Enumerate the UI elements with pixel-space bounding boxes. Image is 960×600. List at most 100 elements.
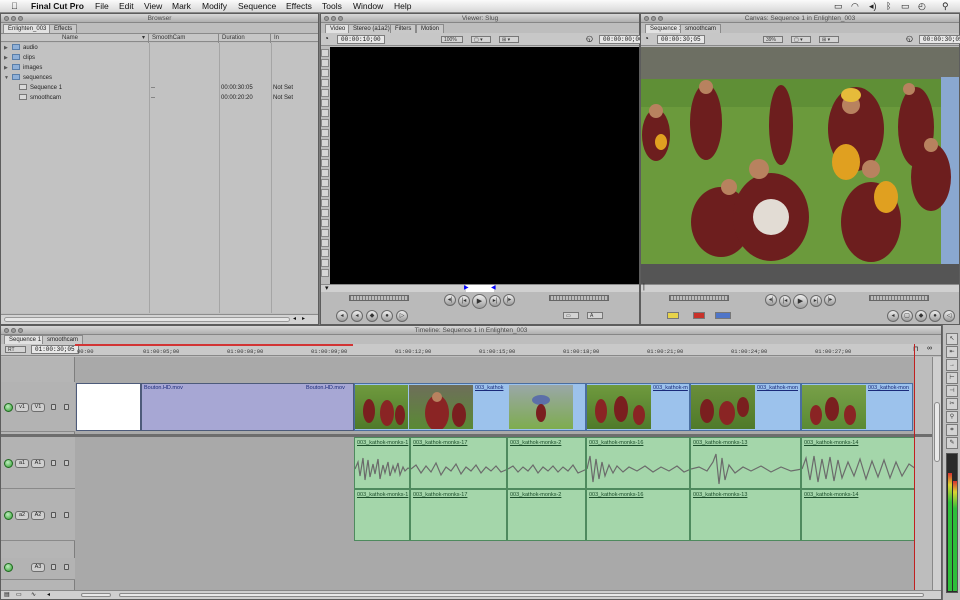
list-item[interactable]: ▶ audio: [1, 43, 318, 53]
bluetooth-icon[interactable]: ᛒ: [886, 1, 891, 11]
menu-sequence[interactable]: Sequence: [238, 1, 276, 11]
shuttle-slider[interactable]: [349, 295, 409, 301]
viewer-image-area[interactable]: [330, 47, 639, 284]
loop-icon[interactable]: ◵: [906, 34, 913, 43]
add-marker-button[interactable]: ●: [929, 310, 941, 322]
track-height-icon[interactable]: ▭: [16, 591, 22, 598]
track-layout-icon[interactable]: ∿: [31, 591, 36, 598]
viewer-titlebar[interactable]: Viewer: Slug: [321, 14, 639, 23]
audio-clip[interactable]: 003_kathok-monks-2: [507, 437, 586, 489]
zoom-popup[interactable]: 100%: [441, 36, 463, 43]
tab-motion[interactable]: Motion: [416, 24, 445, 33]
roll-tool-icon[interactable]: ⊣: [946, 385, 958, 397]
browser-hscroll[interactable]: ◂ ▸: [1, 314, 318, 324]
canvas-scrubber[interactable]: |: [641, 284, 959, 292]
crop-tool-icon[interactable]: ⌗: [946, 424, 958, 436]
canvas-image-area[interactable]: [641, 47, 959, 284]
window-controls[interactable]: [644, 16, 663, 21]
audio-clip[interactable]: 003_kathok-monks-1: [354, 489, 410, 541]
menu-effects[interactable]: Effects: [286, 1, 312, 11]
auto-select-icon[interactable]: [64, 512, 69, 518]
replace-edit-button[interactable]: [715, 312, 731, 319]
play-around-button[interactable]: ▸|: [489, 295, 501, 307]
audio-clip[interactable]: 003_kathok-monks-14: [801, 489, 915, 541]
audio-clip[interactable]: 003_kathok-monks-1: [354, 437, 410, 489]
video-clip-kathok-3[interactable]: 003_kathok-mon: [690, 383, 801, 431]
track-visibility-toggle[interactable]: [4, 403, 13, 412]
overwrite-edit-button[interactable]: [693, 312, 705, 319]
timeline-vscroll[interactable]: [932, 357, 941, 590]
lock-icon[interactable]: [51, 564, 56, 570]
audio-clip[interactable]: 003_kathok-monks-2: [507, 489, 586, 541]
window-controls[interactable]: [4, 16, 23, 21]
display-icon[interactable]: ▭: [834, 1, 843, 12]
scroll-thumb[interactable]: [4, 317, 290, 322]
viewer-scrubber[interactable]: ▶ ◀ ▾: [321, 284, 639, 292]
tab-stereo[interactable]: Stereo (a1a2): [348, 24, 395, 33]
canvas-duration-timecode[interactable]: 00:00:30;05: [657, 35, 705, 44]
next-edit-button[interactable]: |▸: [824, 294, 836, 306]
clip-overlays-icon[interactable]: ▤: [4, 591, 10, 598]
audio-clip[interactable]: 003_kathok-monks-17: [410, 437, 507, 489]
prev-edit-button[interactable]: ◂|: [765, 294, 777, 306]
audio-controls-icon[interactable]: ◂: [47, 591, 50, 598]
col-duration[interactable]: Duration: [219, 34, 271, 43]
pen-tool-icon[interactable]: ✎: [946, 437, 958, 449]
auto-select-icon[interactable]: [64, 564, 69, 570]
canvas-current-timecode[interactable]: 00:00:30;05: [919, 35, 960, 44]
out-point-icon[interactable]: ◀: [491, 284, 496, 291]
zoom-tool-icon[interactable]: ⚲: [946, 411, 958, 423]
timeline-hscroll[interactable]: [119, 593, 924, 597]
source-patch-a1[interactable]: a1: [15, 459, 29, 468]
timeline-ruler[interactable]: 00:00 01:00:05;00 01:00:08;00 01:00:09;0…: [75, 344, 915, 356]
track-audible-toggle[interactable]: [4, 563, 13, 572]
recent-clips-popup[interactable]: ▭: [563, 312, 579, 319]
track-audible-toggle[interactable]: [4, 459, 13, 468]
jog-control[interactable]: [549, 295, 609, 301]
timeline-current-timecode[interactable]: 01:00:30;05: [31, 345, 79, 354]
audio-clip[interactable]: 003_kathok-monks-16: [586, 489, 690, 541]
battery-icon[interactable]: ▭: [901, 1, 910, 12]
shuttle-icon[interactable]: ◔: [324, 34, 329, 43]
video-clip-kathok-1[interactable]: 003_kathok: [354, 383, 586, 431]
menu-modify[interactable]: Modify: [202, 1, 227, 11]
lock-icon[interactable]: [51, 512, 56, 518]
clock-icon[interactable]: ◴: [918, 1, 926, 12]
mark-in-button[interactable]: ▷: [396, 310, 408, 322]
play-in-out-button[interactable]: |◂: [458, 295, 470, 307]
tab-smoothcam[interactable]: smoothcam: [42, 335, 84, 344]
list-item[interactable]: ▼ sequences: [1, 73, 318, 83]
list-item[interactable]: ▶ clips: [1, 53, 318, 63]
window-controls[interactable]: [324, 16, 343, 21]
mark-clip-button[interactable]: ◂: [351, 310, 363, 322]
in-point-icon[interactable]: ▶: [464, 284, 469, 291]
generator-popup[interactable]: A: [587, 312, 603, 319]
timeline-titlebar[interactable]: Timeline: Sequence 1 in Enlighten_003: [1, 326, 941, 335]
app-menu[interactable]: Final Cut Pro: [31, 1, 84, 11]
add-keyframe-button[interactable]: ◆: [366, 310, 378, 322]
list-item[interactable]: ▶ images: [1, 63, 318, 73]
scroll-right-icon[interactable]: ▸: [302, 315, 305, 322]
menu-edit[interactable]: Edit: [119, 1, 134, 11]
menu-view[interactable]: View: [144, 1, 162, 11]
timeline-playhead[interactable]: [914, 344, 915, 590]
play-in-out-button[interactable]: |◂: [779, 295, 791, 307]
scroll-left-icon[interactable]: ◂: [293, 315, 296, 322]
edit-select-tool-icon[interactable]: ⇤: [946, 346, 958, 358]
menu-help[interactable]: Help: [394, 1, 411, 11]
list-item[interactable]: Sequence 1 -- 00:00:30:05 Not Set: [1, 83, 318, 93]
select-tool-icon[interactable]: ↖: [946, 333, 958, 345]
auto-select-icon[interactable]: [64, 460, 69, 466]
jog-control[interactable]: [669, 295, 729, 301]
display-popup[interactable]: ⊞ ▾: [819, 36, 839, 43]
audio-clip[interactable]: 003_kathok-monks-14: [801, 437, 915, 489]
play-button[interactable]: ▶: [472, 294, 487, 309]
play-around-button[interactable]: ▸|: [810, 295, 822, 307]
add-marker-button[interactable]: ●: [381, 310, 393, 322]
col-in[interactable]: In: [271, 34, 318, 43]
prev-edit-button[interactable]: ◂|: [444, 294, 456, 306]
auto-select-icon[interactable]: [64, 404, 69, 410]
dest-patch-a3[interactable]: A3: [31, 563, 45, 572]
tab-effects[interactable]: Effects: [49, 24, 78, 33]
playhead-icon[interactable]: |: [643, 284, 645, 291]
